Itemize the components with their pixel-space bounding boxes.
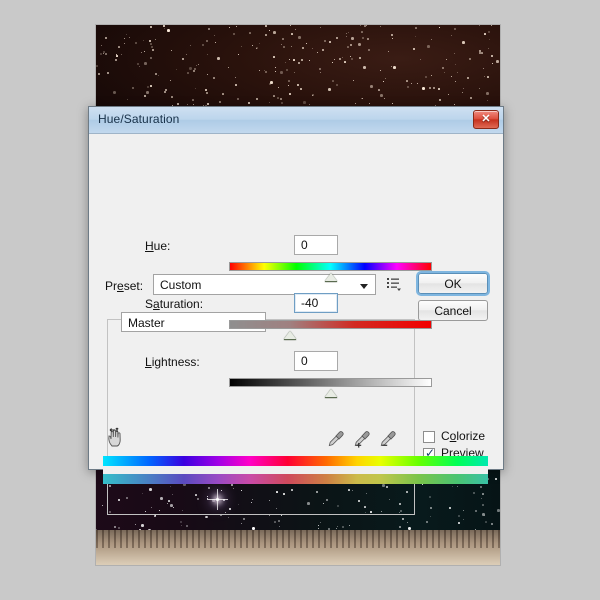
hue-label: Hue: xyxy=(145,239,171,253)
saturation-input[interactable]: -40 xyxy=(294,293,338,313)
channel-value: Master xyxy=(128,316,165,330)
colorize-checkbox[interactable] xyxy=(423,431,435,443)
preset-dropdown[interactable]: Custom xyxy=(153,274,376,295)
chevron-down-icon xyxy=(360,284,368,289)
hue-slider-track[interactable] xyxy=(229,262,432,271)
saturation-slider-thumb[interactable] xyxy=(283,331,296,340)
desert-terrain xyxy=(96,530,500,565)
close-button[interactable]: ✕ xyxy=(473,110,499,129)
hue-value: 0 xyxy=(301,238,308,252)
spectrum-strip-divider xyxy=(103,466,488,474)
hue-saturation-dialog: Hue/Saturation ✕ Preset: Custom OK Cance… xyxy=(88,106,504,515)
lightness-slider-track[interactable] xyxy=(229,378,432,387)
hue-slider-thumb[interactable] xyxy=(324,273,337,282)
screen: Hue/Saturation ✕ Preset: Custom OK Cance… xyxy=(0,0,600,600)
lightness-slider-thumb[interactable] xyxy=(324,389,337,398)
lightness-input[interactable]: 0 xyxy=(294,351,338,371)
preset-options-icon[interactable] xyxy=(386,276,403,292)
lightness-value: 0 xyxy=(301,354,308,368)
eyedropper-minus-icon[interactable] xyxy=(379,430,397,448)
saturation-slider-track[interactable] xyxy=(229,320,432,329)
eyedropper-icon[interactable] xyxy=(327,430,345,448)
dialog-titlebar[interactable]: Hue/Saturation ✕ xyxy=(89,107,503,134)
lightness-label: Lightness: xyxy=(145,355,200,369)
on-image-adjustment-hand-icon[interactable] xyxy=(105,426,127,448)
colorize-label: Colorize xyxy=(441,429,486,443)
adjustment-groupbox xyxy=(107,319,415,515)
preset-label: Preset: xyxy=(105,279,144,293)
saturation-label: Saturation: xyxy=(145,297,204,311)
eyedropper-plus-icon[interactable] xyxy=(353,430,371,448)
saturation-value: -40 xyxy=(301,296,319,310)
dialog-title: Hue/Saturation xyxy=(98,112,180,126)
dialog-body: Preset: Custom OK Cancel Master Hue: 0 S… xyxy=(89,134,503,515)
ok-button[interactable]: OK xyxy=(418,273,488,294)
adjusted-hue-spectrum-strip xyxy=(103,474,488,484)
cancel-button[interactable]: Cancel xyxy=(418,300,488,321)
close-icon: ✕ xyxy=(481,113,491,125)
hue-input[interactable]: 0 xyxy=(294,235,338,255)
night-sky-top xyxy=(96,25,500,110)
original-hue-spectrum-strip xyxy=(103,456,488,466)
preset-value: Custom xyxy=(160,278,202,292)
starfield-top xyxy=(96,25,500,110)
